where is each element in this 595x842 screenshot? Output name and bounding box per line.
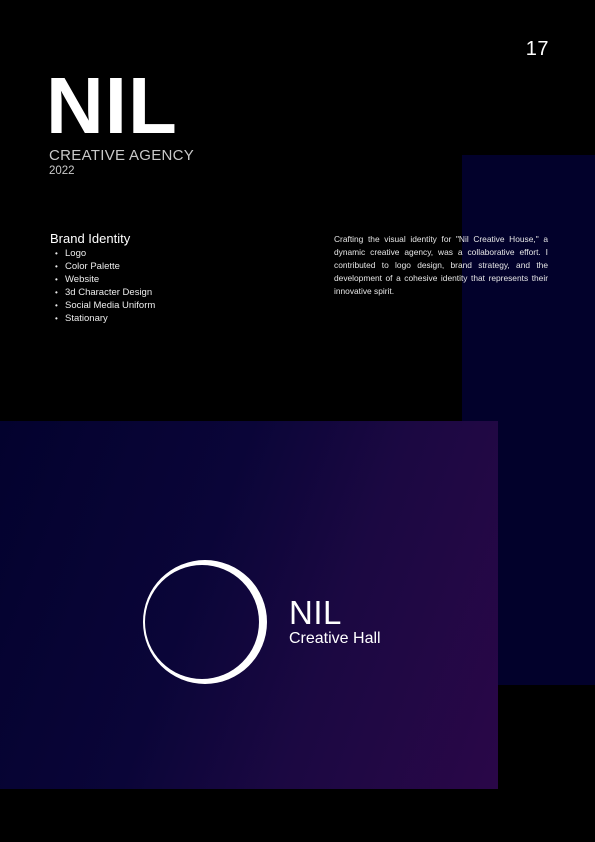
crescent-ring-icon	[141, 558, 269, 686]
page-title: NIL	[46, 61, 178, 150]
deliverables-list: • Logo • Color Palette • Website • 3d Charac…	[50, 247, 270, 325]
deliverables-section: Brand Identity • Logo • Color Palette • Web…	[50, 231, 270, 325]
page-number: 17	[525, 38, 549, 60]
bullet-icon: •	[55, 288, 58, 297]
list-item-label: Stationary	[65, 313, 108, 324]
logo-tagline: Creative Hall	[289, 630, 381, 647]
list-item: • Social Media Uniform	[55, 299, 270, 312]
list-item: • Website	[55, 273, 270, 286]
project-description: Crafting the visual identity for "Nil Cr…	[334, 234, 548, 296]
list-item: • 3d Character Design	[55, 286, 270, 299]
bullet-icon: •	[55, 275, 58, 284]
list-item: • Stationary	[55, 312, 270, 325]
list-item-label: Social Media Uniform	[65, 300, 156, 311]
project-year: 2022	[49, 165, 75, 177]
section-heading: Brand Identity	[50, 231, 131, 246]
list-item: • Color Palette	[55, 260, 270, 273]
logo-name: NIL	[289, 594, 342, 631]
list-item: • Logo	[55, 247, 270, 260]
list-item-label: Logo	[65, 248, 87, 259]
bullet-icon: •	[55, 249, 58, 258]
list-item-label: Website	[65, 274, 100, 285]
bullet-icon: •	[55, 314, 58, 323]
list-item-label: Color Palette	[65, 261, 120, 272]
brand-subtitle: CREATIVE AGENCY	[49, 147, 195, 164]
list-item-label: 3d Character Design	[65, 287, 153, 298]
bullet-icon: •	[55, 301, 58, 310]
bullet-icon: •	[55, 262, 58, 271]
